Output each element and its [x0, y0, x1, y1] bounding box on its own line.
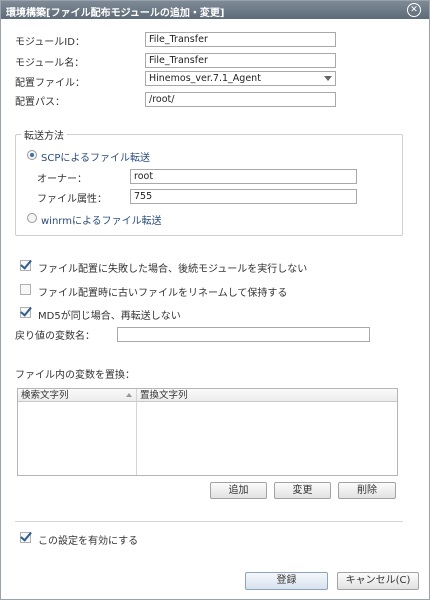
- owner-input[interactable]: root: [130, 169, 357, 184]
- winrm-radio[interactable]: [27, 213, 37, 223]
- dialog: 環境構築[ファイル配布モジュールの追加・変更] ✕ モジュールID： File_…: [0, 0, 430, 600]
- module-id-input[interactable]: File_Transfer: [145, 32, 336, 47]
- dialog-title: 環境構築[ファイル配布モジュールの追加・変更]: [6, 8, 225, 19]
- deploy-file-select[interactable]: Hinemos_ver.7.1_Agent: [145, 71, 336, 86]
- delete-button[interactable]: 削除: [338, 482, 396, 499]
- close-icon[interactable]: ✕: [407, 3, 421, 17]
- module-name-label: モジュール名：: [15, 58, 85, 69]
- transfer-method-legend: 転送方法: [21, 127, 67, 142]
- sort-asc-icon: [126, 393, 132, 397]
- edit-button[interactable]: 変更: [274, 482, 331, 499]
- file-attr-input[interactable]: 755: [130, 189, 357, 204]
- divider: [15, 521, 403, 522]
- register-button[interactable]: 登録: [245, 572, 328, 590]
- file-attr-label: ファイル属性：: [37, 194, 107, 205]
- skip-on-fail-checkbox[interactable]: [20, 260, 31, 271]
- deploy-path-input[interactable]: /root/: [145, 92, 336, 107]
- search-column-header[interactable]: 検索文字列: [18, 389, 136, 402]
- replace-column-header[interactable]: 置換文字列: [137, 389, 397, 402]
- return-var-label: 戻り値の変数名：: [15, 331, 95, 342]
- winrm-radio-label[interactable]: winrmによるファイル転送: [41, 212, 162, 227]
- scp-radio-label[interactable]: SCPによるファイル転送: [41, 149, 150, 164]
- enable-checkbox[interactable]: [20, 532, 31, 543]
- add-button[interactable]: 追加: [210, 482, 267, 499]
- module-id-label: モジュールID：: [15, 37, 85, 48]
- md5-checkbox[interactable]: [20, 307, 31, 318]
- md5-label[interactable]: MD5が同じ場合、再転送しない: [38, 307, 181, 322]
- cancel-button[interactable]: キャンセル(C): [337, 572, 419, 590]
- enable-label[interactable]: この設定を有効にする: [38, 532, 138, 547]
- search-column-label: 検索文字列: [21, 390, 69, 401]
- replace-table[interactable]: 検索文字列 置換文字列: [17, 388, 398, 476]
- title-bar[interactable]: 環境構築[ファイル配布モジュールの追加・変更] ✕: [1, 1, 429, 19]
- skip-on-fail-label[interactable]: ファイル配置に失敗した場合、後続モジュールを実行しない: [38, 260, 307, 275]
- replace-vars-label: ファイル内の変数を置換：: [15, 370, 135, 381]
- module-name-input[interactable]: File_Transfer: [145, 53, 336, 68]
- chevron-down-icon[interactable]: [324, 76, 332, 81]
- owner-label: オーナー：: [37, 174, 87, 185]
- deploy-path-label: 配置パス：: [15, 97, 65, 108]
- deploy-file-value: Hinemos_ver.7.1_Agent: [149, 73, 261, 84]
- rename-old-checkbox[interactable]: [20, 284, 31, 295]
- column-divider: [136, 389, 137, 475]
- replace-column-label: 置換文字列: [140, 390, 188, 401]
- deploy-file-label: 配置ファイル：: [15, 78, 85, 89]
- scp-radio[interactable]: [27, 150, 37, 160]
- rename-old-label[interactable]: ファイル配置時に古いファイルをリネームして保持する: [38, 284, 287, 299]
- return-var-input[interactable]: [117, 327, 370, 342]
